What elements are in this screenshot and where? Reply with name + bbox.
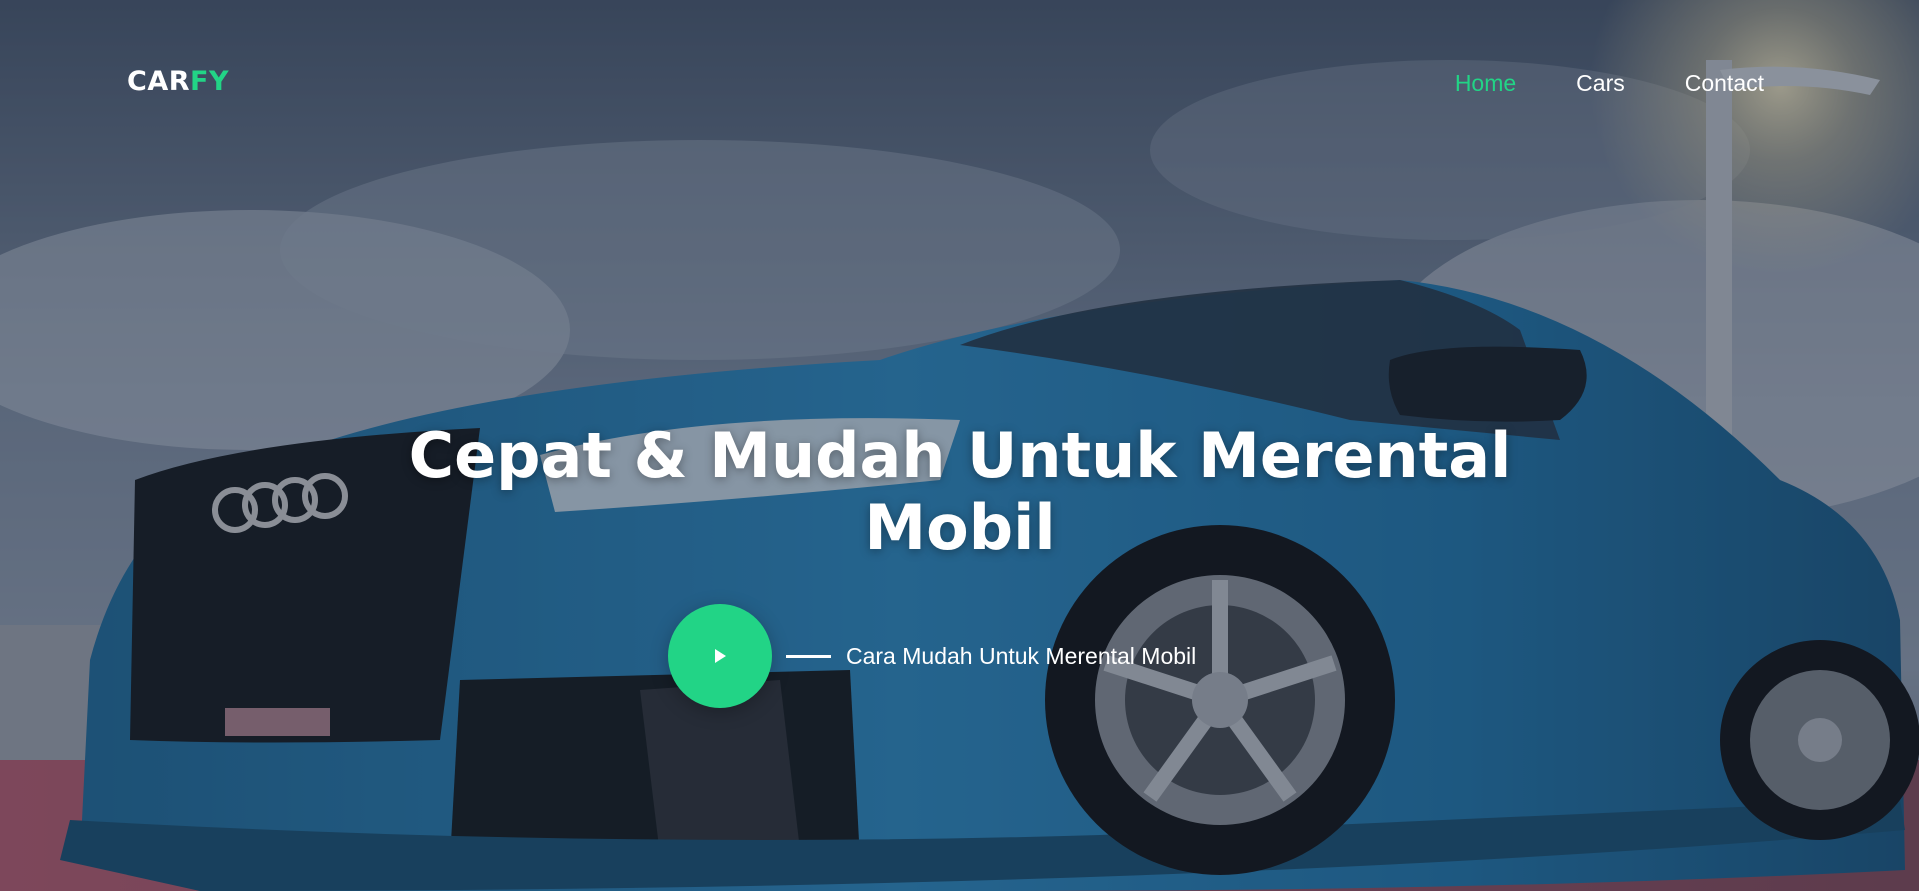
play-icon [715,649,726,663]
hero-cta: Cara Mudah Untuk Merental Mobil [668,604,1196,708]
cta-divider-line [786,654,831,658]
hero-title: Cepat & Mudah Untuk Merental Mobil [408,419,1512,564]
brand-logo-accent: FY [190,66,230,97]
play-button[interactable] [668,604,772,708]
brand-logo-prefix: CAR [127,66,191,97]
nav-links: Home Cars Contact [1455,70,1764,97]
brand-logo[interactable]: CARFY [127,66,229,97]
nav-link-contact[interactable]: Contact [1685,70,1764,97]
cta-text: Cara Mudah Untuk Merental Mobil [846,642,1197,669]
nav-link-home[interactable]: Home [1455,70,1516,97]
nav-link-cars[interactable]: Cars [1576,70,1625,97]
hero-section: CARFY Home Cars Contact Cepat & Mudah Un… [0,0,1919,891]
navbar: CARFY Home Cars Contact [0,0,1919,170]
